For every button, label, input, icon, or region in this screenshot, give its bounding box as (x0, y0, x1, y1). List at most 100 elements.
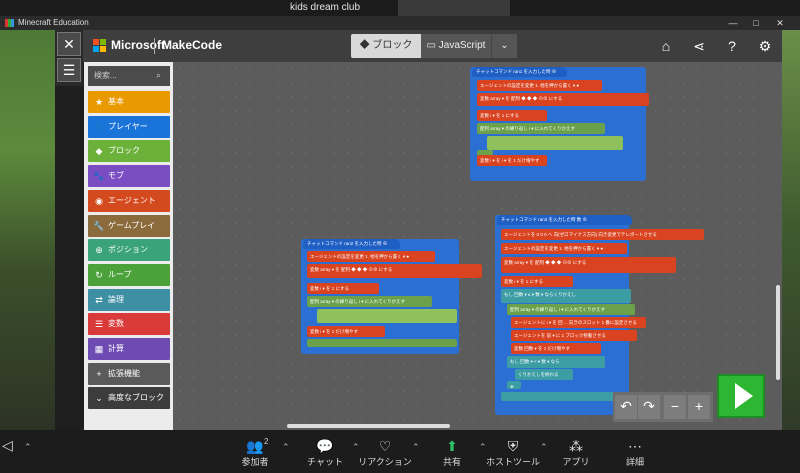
zoom-item-share-screen[interactable]: ⬆ 共有 (417, 437, 487, 468)
minimize-button[interactable]: — (722, 16, 744, 30)
agent-place-block[interactable] (487, 136, 623, 150)
zoom-item-label: 詳細 (625, 457, 644, 467)
set-i-block[interactable]: 変数 i ▾ を 1 にする (477, 110, 547, 121)
vertical-scrollbar[interactable] (776, 285, 780, 380)
shield-icon: ⛨ (507, 438, 519, 454)
category-0[interactable]: ★ 基本 (88, 91, 170, 113)
zoom-in-icon[interactable]: + (688, 395, 710, 419)
chat-command-block[interactable]: チャットコマンド ran2 を入力した時 ⊕ (303, 239, 400, 249)
share-screen-icon: ⬆ (446, 438, 458, 454)
zoom-out-icon[interactable]: − (664, 395, 686, 419)
zoom-item-label: チャット (307, 457, 343, 467)
options-caret[interactable]: ⌃ (282, 442, 290, 453)
category-label: 拡張機能 (108, 368, 140, 378)
category-icon: ◉ (95, 195, 103, 206)
puzzle-icon: ◆ (359, 40, 373, 51)
participant-video-tile[interactable] (398, 0, 510, 16)
redo-icon[interactable]: ↷ (638, 395, 660, 419)
chevron-down-icon[interactable]: ⌄ (491, 34, 517, 58)
while-block[interactable]: もし 回数 ▾ ≤ ▾ 数 ▾ ならくりかえし (501, 289, 631, 303)
tab-javascript[interactable]: ▭ JavaScript (421, 34, 491, 58)
help-icon[interactable]: ? (723, 37, 741, 55)
agent-slot-block[interactable]: エージェントに i ▾ を 回 ... 向きのスロット 1 番に設定させる (511, 317, 646, 328)
set-i-block[interactable]: 変数 i ▾ を 1 にする (501, 276, 573, 287)
category-label: プレイヤー (108, 121, 148, 131)
category-3[interactable]: 🐾 モブ (88, 165, 170, 188)
chat-command-block[interactable]: チャットコマンド ran3 を入力した時 数 ⊕ (497, 215, 632, 225)
if-block[interactable]: もし 回数 ▾ < ▾ 数 ▾ なら (507, 356, 605, 368)
minecraft-world-right (782, 30, 800, 430)
zoom-item-shield[interactable]: ⛨ ホストツール (478, 437, 548, 468)
loop-footer (307, 339, 457, 347)
agent-move-block[interactable]: エージェントを 前 ▾ に 1 ブロック移動させる (511, 330, 637, 341)
maximize-button[interactable]: □ (745, 16, 767, 30)
for-each-block[interactable]: 配列 array ▾ の繰り返し i ▾ に入れてくりかえす (507, 304, 635, 315)
category-icon: 🔧 (93, 220, 105, 231)
category-4[interactable]: ◉ エージェント (88, 189, 170, 212)
agent-teleport-block[interactable]: エージェントを 0 0 0 へ 向(ゼロマイナス方向) 向き変更でテレポートさせ… (501, 229, 704, 240)
horizontal-scrollbar[interactable] (287, 424, 450, 428)
category-5[interactable]: 🔧 ゲームプレイ (88, 214, 170, 237)
for-each-block[interactable]: 配列 array ▾ の繰り返し i ▾ に入れてくりかえす (307, 296, 432, 307)
window-title: Minecraft Education (18, 18, 89, 27)
menu-icon[interactable]: ☰ (57, 58, 81, 82)
microsoft-logo-icon (93, 39, 107, 53)
tab-blocks[interactable]: ◆ ブロック (351, 34, 421, 58)
category-12[interactable]: ⌄ 高度なブロック (88, 387, 170, 410)
set-array-block[interactable]: 変数 array ▾ を 配列 ◆ ◆ ◆ ⊖⊕ にする (477, 93, 649, 106)
category-icon: ⊕ (95, 245, 103, 256)
settings-icon[interactable]: ⚙ (756, 37, 774, 55)
category-icon: ◆ (95, 146, 103, 157)
add-branch-icon[interactable]: ⊕ (507, 381, 521, 389)
category-label: 高度なブロック (108, 393, 164, 403)
for-each-block[interactable]: 配列 array ▾ の繰り返し i ▾ に入れてくりかえす (477, 123, 605, 134)
category-6[interactable]: ⊕ ポジション (88, 239, 170, 262)
set-array-block[interactable]: 変数 array ▾ を 配列 ◆ ◆ ◆ ⊖⊕ にする (501, 257, 676, 273)
category-10[interactable]: ▦ 計算 (88, 338, 170, 360)
tab-js-label: JavaScript (438, 40, 486, 51)
agent-setting-block[interactable]: エージェントの設定を変更 1. 他を押から置く ▾ ● (477, 80, 602, 91)
tab-blocks-label: ブロック (372, 40, 413, 51)
zoom-item-more[interactable]: ⋯ 詳細 (600, 437, 670, 468)
zoom-item-label: 共有 (442, 457, 461, 467)
home-icon[interactable]: ⌂ (657, 37, 675, 55)
set-array-block[interactable]: 変数 array ▾ を 配列 ◆ ◆ ◆ ⊖⊕ にする (307, 264, 482, 278)
category-label: エージェント (108, 195, 156, 205)
brand-microsoft: Microsoft (111, 38, 165, 52)
increment-count-block[interactable]: 変数 回数 ▾ を 1 だけ増やす (511, 343, 601, 354)
increment-block[interactable]: 変数 i ▾ を 1 だけ増やす (307, 326, 385, 337)
category-icon: ⌄ (95, 393, 103, 404)
set-i-block[interactable]: 変数 i ▾ を 1 にする (307, 283, 379, 294)
agent-setting-block[interactable]: エージェントの設定を変更 1. 他を押から置く ▾ ● (501, 243, 627, 254)
undo-icon[interactable]: ↶ (615, 395, 637, 419)
zoom-item-reaction[interactable]: ♡ リアクション (350, 437, 420, 468)
category-11[interactable]: + 拡張機能 (88, 362, 170, 385)
minecraft-world-left (0, 30, 55, 430)
play-icon (735, 383, 753, 409)
minecraft-app-icon (5, 19, 14, 27)
category-icon: + (96, 368, 102, 379)
agent-setting-block[interactable]: エージェントの設定を変更 1. 他を押から置く ▾ ● (307, 251, 435, 262)
category-1[interactable]: 👤 プレイヤー (88, 115, 170, 138)
collapse-icon[interactable]: ✕ (57, 32, 81, 56)
chat-command-block[interactable]: チャットコマンド ran1 を入力した時 ⊕ (472, 67, 567, 77)
video-options-caret[interactable]: ⌃ (24, 442, 32, 453)
category-label: 基本 (108, 97, 124, 106)
zoom-item-label: リアクション (358, 457, 412, 467)
category-9[interactable]: ☰ 変数 (88, 313, 170, 336)
category-8[interactable]: ⇄ 論理 (88, 288, 170, 311)
category-label: ポジション (108, 245, 148, 255)
increment-block[interactable]: 変数 i ▾ を i ▾ を 1 だけ増やす (477, 155, 547, 166)
video-icon[interactable]: ◁ (2, 437, 13, 454)
close-button[interactable]: ✕ (769, 16, 791, 30)
participants-icon: 👥 (246, 438, 264, 454)
share-icon[interactable]: ⋖ (690, 37, 708, 55)
category-label: ブロック (108, 146, 140, 156)
break-block[interactable]: くりかえしを終わる (515, 369, 573, 380)
brand-separator (154, 38, 155, 54)
agent-place-block[interactable] (317, 309, 457, 323)
category-2[interactable]: ◆ ブロック (88, 140, 170, 163)
category-7[interactable]: ↻ ループ (88, 263, 170, 286)
category-icon: ↻ (95, 269, 103, 280)
zoom-item-participants[interactable]: 👥 参加者 2 (220, 437, 290, 468)
